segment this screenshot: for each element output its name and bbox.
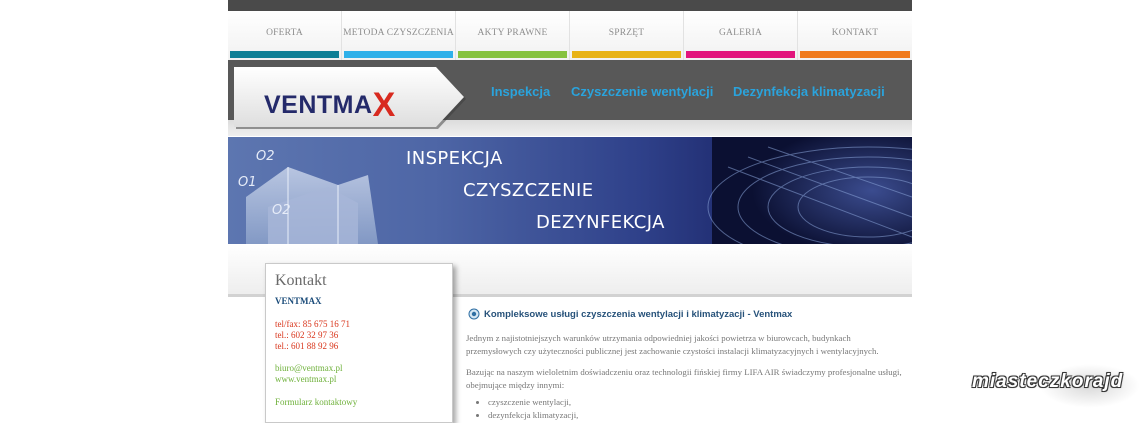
services-paragraph: Bazując na naszym wieloletnim doświadcze… bbox=[466, 367, 902, 390]
contact-title: Kontakt bbox=[275, 272, 327, 289]
logo-text-x: X bbox=[372, 86, 396, 124]
list-item: dezynfekcja klimatyzacji, bbox=[488, 409, 578, 422]
nav-color-bar bbox=[686, 51, 795, 58]
intro-paragraph: Jednym z najistotniejszych warunków utrz… bbox=[466, 333, 879, 356]
sparkle-bullet-icon bbox=[468, 308, 480, 320]
nav-label: KONTAKT bbox=[831, 28, 879, 38]
contact-company: VENTMAX bbox=[275, 296, 322, 306]
nav-color-bar bbox=[344, 51, 453, 58]
main-nav: OFERTA METODA CZYSZCZENIA AKTY PRAWNE SP… bbox=[228, 11, 912, 60]
banner-symbol: O2 bbox=[272, 203, 291, 218]
list-item: czyszczenie wentylacji, bbox=[488, 396, 578, 409]
hero-banner: O2 O1 O2 INSPEKCJA CZYSZCZENIE DEZYNFEKC… bbox=[228, 137, 912, 244]
logo-text-main: VENTMA bbox=[264, 91, 373, 119]
banner-word-czyszczenie: CZYSZCZENIE bbox=[463, 180, 594, 201]
nav-label: AKTY PRAWNE bbox=[477, 28, 548, 38]
nav-item-oferta[interactable]: OFERTA bbox=[228, 11, 342, 60]
header-link-czyszczenie-wentylacji[interactable]: Czyszczenie wentylacji bbox=[571, 84, 713, 99]
nav-color-bar bbox=[572, 51, 681, 58]
top-bar bbox=[228, 0, 912, 11]
nav-label: METODA CZYSZCZENIA bbox=[343, 28, 454, 38]
site-container: OFERTA METODA CZYSZCZENIA AKTY PRAWNE SP… bbox=[228, 0, 912, 423]
contact-box: Kontakt VENTMAX tel/fax: 85 675 16 71 te… bbox=[265, 263, 453, 423]
nav-color-bar bbox=[458, 51, 567, 58]
nav-item-sprzet[interactable]: SPRZĘT bbox=[570, 11, 684, 60]
nav-item-galeria[interactable]: GALERIA bbox=[684, 11, 798, 60]
contact-phone: tel.: 601 88 92 96 bbox=[275, 341, 339, 351]
nav-color-bar bbox=[230, 51, 339, 58]
main-title: Kompleksowe usługi czyszczenia wentylacj… bbox=[484, 309, 793, 320]
header: VENTMAX Inspekcja Czyszczenie wentylacji… bbox=[228, 60, 912, 136]
logo[interactable]: VENTMAX bbox=[264, 83, 396, 124]
main-content: Kompleksowe usługi czyszczenia wentylacj… bbox=[466, 305, 911, 420]
nav-color-bar bbox=[800, 51, 910, 58]
nav-label: GALERIA bbox=[718, 28, 763, 38]
nav-label: OFERTA bbox=[266, 28, 303, 38]
banner-symbol: O2 bbox=[256, 149, 275, 164]
contact-phone: tel.: 602 32 97 36 bbox=[275, 330, 339, 340]
banner-word-inspekcja: INSPEKCJA bbox=[406, 148, 503, 169]
banner-symbol: O1 bbox=[238, 175, 257, 190]
nav-item-metoda-czyszczenia[interactable]: METODA CZYSZCZENIA bbox=[342, 11, 456, 60]
banner-word-dezynfekcja: DEZYNFEKCJA bbox=[536, 212, 665, 233]
nav-label: SPRZĘT bbox=[608, 28, 645, 38]
contact-form-link[interactable]: Formularz kontaktowy bbox=[275, 397, 357, 407]
header-link-dezynfekcja-klimatyzacji[interactable]: Dezynfekcja klimatyzacji bbox=[733, 84, 885, 99]
services-list: czyszczenie wentylacji, dezynfekcja klim… bbox=[476, 396, 578, 422]
contact-email-link[interactable]: biuro@ventmax.pl bbox=[275, 363, 343, 373]
header-link-inspekcja[interactable]: Inspekcja bbox=[491, 84, 550, 99]
contact-phone-fax: tel/fax: 85 675 16 71 bbox=[275, 319, 350, 329]
contact-website-link[interactable]: www.ventmax.pl bbox=[275, 374, 336, 384]
nav-item-kontakt[interactable]: KONTAKT bbox=[798, 11, 912, 60]
nav-item-akty-prawne[interactable]: AKTY PRAWNE bbox=[456, 11, 570, 60]
watermark: miasteczkorajd bbox=[972, 371, 1124, 392]
